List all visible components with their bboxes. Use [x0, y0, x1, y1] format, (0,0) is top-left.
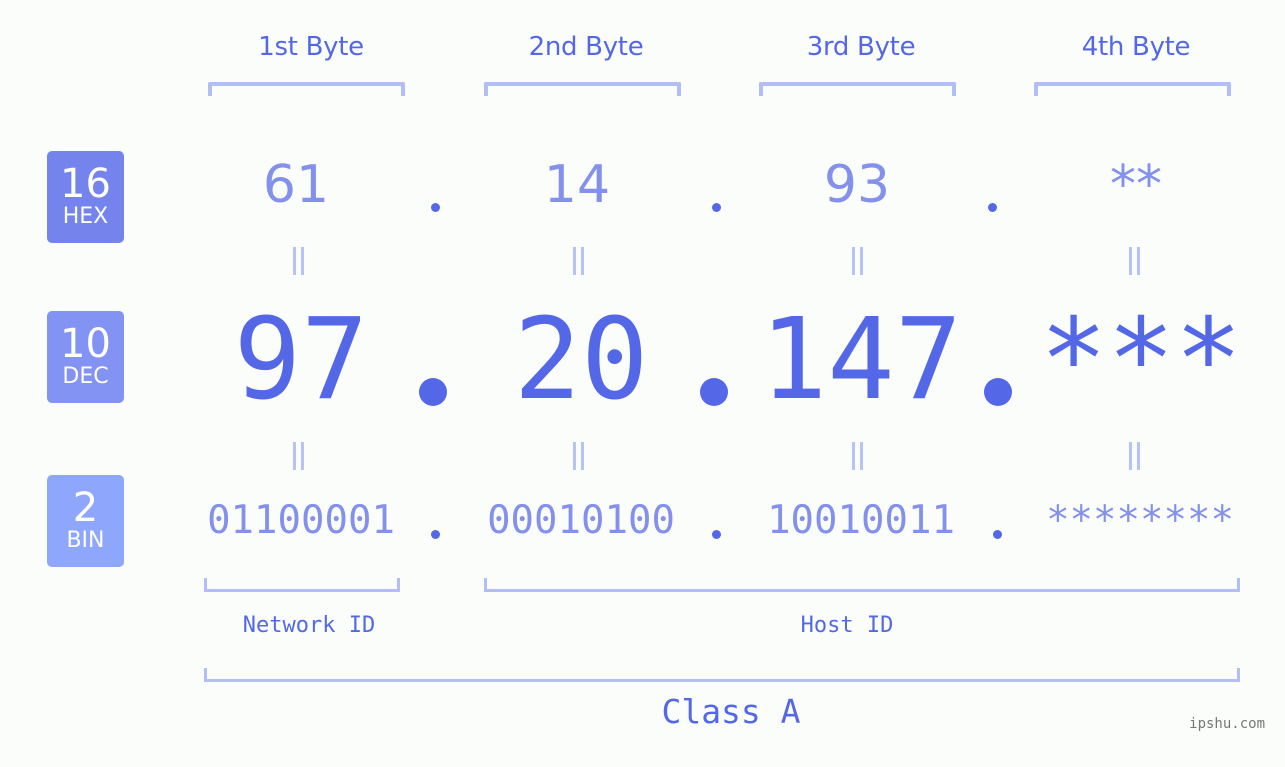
- hex-octet-1: 61: [262, 155, 330, 215]
- dec-separator-dot: [700, 378, 728, 406]
- equals-icon: [572, 247, 586, 275]
- bin-octet-3: 10010011: [767, 498, 955, 543]
- dec-octet-4: ***: [1039, 295, 1243, 425]
- dec-octet-3: 147: [759, 295, 963, 425]
- equals-icon: [851, 247, 865, 275]
- bin-octet-1: 01100001: [207, 498, 395, 543]
- dec-base-label: DEC: [62, 364, 109, 389]
- host-id-label: Host ID: [800, 613, 894, 638]
- dec-octet-2: 20: [513, 295, 649, 425]
- byte-header-3: 3rd Byte: [806, 32, 916, 62]
- equals-icon: [1128, 442, 1142, 470]
- host-id-bracket: [484, 578, 1240, 592]
- equals-icon: [1128, 247, 1142, 275]
- bin-base-number: 2: [72, 485, 99, 531]
- hex-octet-3: 93: [823, 155, 891, 215]
- hex-base-number: 16: [60, 161, 111, 207]
- bin-base-label: BIN: [66, 528, 105, 553]
- equals-icon: [292, 247, 306, 275]
- bin-separator-dot: [431, 530, 440, 539]
- dec-separator-dot: [984, 378, 1012, 406]
- byte-header-2: 2nd Byte: [528, 32, 644, 62]
- dec-separator-dot: [419, 378, 447, 406]
- equals-icon: [572, 442, 586, 470]
- bin-separator-dot: [993, 530, 1002, 539]
- watermark: ipshu.com: [1189, 716, 1265, 732]
- bin-badge: 2 BIN: [47, 475, 124, 567]
- hex-octet-2: 14: [543, 155, 611, 215]
- bin-octet-4: ********: [1046, 498, 1234, 543]
- dec-octet-1: 97: [233, 295, 369, 425]
- hex-separator-dot: [712, 203, 721, 212]
- byte-bracket-4: [1034, 82, 1231, 96]
- bin-octet-2: 00010100: [487, 498, 675, 543]
- equals-icon: [292, 442, 306, 470]
- dec-base-number: 10: [60, 321, 111, 367]
- byte-header-1: 1st Byte: [258, 32, 364, 62]
- ip-class-label: Class A: [661, 692, 801, 731]
- hex-separator-dot: [431, 203, 440, 212]
- equals-icon: [851, 442, 865, 470]
- dec-badge: 10 DEC: [47, 311, 124, 403]
- byte-header-4: 4th Byte: [1081, 32, 1191, 62]
- bin-separator-dot: [712, 530, 721, 539]
- hex-separator-dot: [988, 203, 997, 212]
- class-bracket: [204, 668, 1240, 682]
- network-id-label: Network ID: [242, 613, 376, 638]
- network-id-bracket: [204, 578, 400, 592]
- hex-base-label: HEX: [62, 204, 109, 229]
- hex-badge: 16 HEX: [47, 151, 124, 243]
- byte-bracket-3: [759, 82, 956, 96]
- byte-bracket-2: [484, 82, 681, 96]
- byte-bracket-1: [208, 82, 405, 96]
- hex-octet-4: **: [1110, 155, 1162, 215]
